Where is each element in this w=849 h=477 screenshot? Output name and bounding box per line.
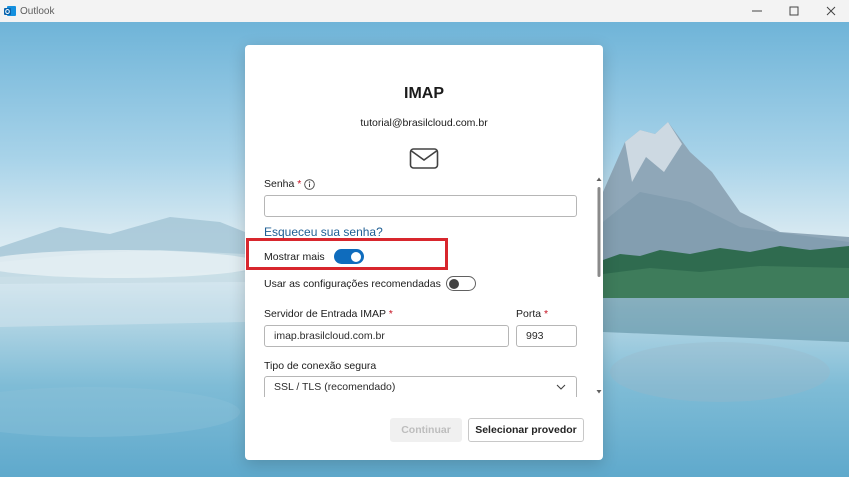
toggle-knob [449, 278, 459, 289]
recommended-settings-toggle[interactable] [446, 276, 476, 291]
secure-connection-value: SSL / TLS (recomendado) [274, 381, 396, 393]
password-label-text: Senha [264, 178, 295, 190]
window-title: Outlook [20, 5, 55, 17]
secure-connection-select[interactable]: SSL / TLS (recomendado) [264, 376, 577, 397]
close-icon [826, 6, 835, 16]
incoming-server-label: Servidor de Entrada IMAP * [264, 308, 393, 320]
port-input[interactable]: 993 [516, 325, 577, 347]
continue-button[interactable]: Continuar [390, 418, 462, 442]
secure-connection-label: Tipo de conexão segura [264, 360, 377, 372]
port-label-text: Porta [516, 308, 542, 320]
title-bar: Outlook [0, 0, 849, 22]
incoming-server-label-text: Servidor de Entrada IMAP [264, 308, 386, 320]
chevron-down-icon [556, 384, 566, 390]
port-label: Porta * [516, 308, 548, 320]
forgot-password-link[interactable]: Esqueceu sua senha? [264, 225, 383, 239]
dialog-title: IMAP [404, 85, 444, 102]
outlook-app-icon [4, 6, 16, 16]
account-email: tutorial@brasilcloud.com.br [360, 117, 488, 129]
password-label: Senha * [264, 178, 301, 190]
maximize-button[interactable] [775, 0, 812, 22]
incoming-server-input[interactable]: imap.brasilcloud.com.br [264, 325, 509, 347]
recommended-settings-label: Usar as configurações recomendadas [264, 278, 441, 290]
minimize-icon [751, 10, 762, 12]
password-required-mark: * [297, 178, 302, 190]
port-required-mark: * [544, 308, 549, 320]
mail-envelope-icon [409, 148, 439, 169]
password-input[interactable] [264, 195, 577, 217]
select-provider-button[interactable]: Selecionar provedor [468, 418, 584, 442]
info-icon[interactable] [304, 179, 315, 190]
incoming-server-required-mark: * [388, 308, 393, 320]
highlight-box [246, 238, 448, 270]
maximize-icon [789, 6, 798, 16]
form-scrollbar[interactable] [596, 177, 602, 395]
minimize-button[interactable] [738, 0, 775, 22]
close-button[interactable] [812, 0, 849, 22]
